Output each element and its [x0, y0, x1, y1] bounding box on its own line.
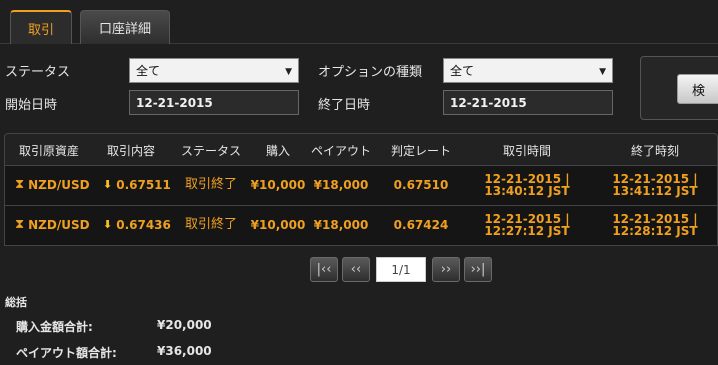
trade-time-clock: 13:40:12 JST — [484, 184, 570, 198]
option-type-select-value: 全て — [450, 64, 475, 78]
tab-account-details[interactable]: 口座詳細 — [80, 10, 170, 44]
header-payout: ペイアウト — [310, 144, 371, 158]
chevron-down-icon: ▼ — [285, 67, 292, 77]
end-time-clock: 12:28:12 JST — [612, 224, 698, 238]
chevron-down-icon: ▼ — [599, 67, 606, 77]
cell-asset: ⧗ NZD/USD — [15, 166, 93, 204]
content-text: 0.67436 — [116, 218, 171, 232]
first-page-button[interactable]: |‹‹ — [310, 257, 338, 282]
header-purchase: 購入 — [265, 144, 290, 158]
cell-status: 取引終了 — [184, 217, 237, 232]
last-page-button[interactable]: ››| — [464, 257, 492, 282]
end-time-clock: 13:41:12 JST — [612, 184, 698, 198]
search-button[interactable]: 検 — [677, 74, 718, 104]
summary-title: 総括 — [5, 296, 27, 309]
payout-total-label: ペイアウト額合計: — [16, 346, 117, 360]
table-row[interactable]: ⧗ NZD/USD ⬇ 0.67511 取引終了 ¥10,000 ¥18,000… — [4, 166, 718, 206]
cell-end-time: 12-21-2015 | 12:28:12 JST — [591, 206, 718, 244]
hourglass-icon: ⧗ — [15, 177, 25, 192]
status-filter-label: ステータス — [5, 65, 71, 80]
cell-purchase: ¥10,000 — [250, 218, 306, 232]
header-rate: 判定レート — [390, 144, 451, 158]
cell-status: 取引終了 — [184, 177, 237, 192]
cell-asset: ⧗ NZD/USD — [15, 206, 93, 244]
cell-payout: ¥18,000 — [313, 178, 369, 192]
down-arrow-icon: ⬇ — [103, 218, 113, 231]
prev-page-button[interactable]: ‹‹ — [342, 257, 370, 282]
cell-content: ⬇ 0.67511 — [103, 166, 173, 204]
cell-payout: ¥18,000 — [313, 218, 369, 232]
option-type-label: オプションの種類 — [318, 65, 423, 80]
end-date-label: 終了日時 — [318, 98, 371, 113]
header-end-time: 終了時刻 — [630, 144, 679, 158]
asset-text: NZD/USD — [28, 178, 90, 192]
content-text: 0.67511 — [116, 178, 171, 192]
cell-trade-time: 12-21-2015 | 12:27:12 JST — [463, 206, 591, 244]
payout-total-value: ¥36,000 — [157, 344, 212, 358]
trades-table: 取引原資産 取引内容 ステータス 購入 ペイアウト 判定レート 取引時間 終了時… — [4, 133, 718, 246]
purchase-total-label: 購入金額合計: — [16, 320, 93, 334]
status-select[interactable]: 全て ▼ — [129, 58, 299, 83]
purchase-total-value: ¥20,000 — [157, 318, 212, 332]
cell-purchase: ¥10,000 — [250, 178, 306, 192]
header-status: ステータス — [180, 144, 241, 158]
table-header: 取引原資産 取引内容 ステータス 購入 ペイアウト 判定レート 取引時間 終了時… — [4, 133, 718, 166]
header-asset: 取引原資産 — [18, 144, 79, 158]
cell-trade-time: 12-21-2015 | 13:40:12 JST — [463, 166, 591, 204]
cell-rate: 0.67510 — [393, 178, 449, 192]
cell-rate: 0.67424 — [393, 218, 449, 232]
option-type-select[interactable]: 全て ▼ — [443, 58, 613, 83]
trade-time-clock: 12:27:12 JST — [484, 224, 570, 238]
header-trade-time: 取引時間 — [502, 144, 551, 158]
next-page-button[interactable]: ›› — [432, 257, 460, 282]
start-date-field[interactable]: 12-21-2015 — [129, 90, 299, 115]
end-date-field[interactable]: 12-21-2015 — [443, 90, 613, 115]
cell-content: ⬇ 0.67436 — [103, 206, 173, 244]
tab-bar: 取引 口座詳細 — [0, 0, 718, 44]
status-select-value: 全て — [136, 64, 161, 78]
hourglass-icon: ⧗ — [15, 217, 25, 232]
table-row[interactable]: ⧗ NZD/USD ⬇ 0.67436 取引終了 ¥10,000 ¥18,000… — [4, 206, 718, 246]
page-number-input[interactable]: 1/1 — [376, 257, 426, 282]
header-content: 取引内容 — [106, 144, 155, 158]
cell-end-time: 12-21-2015 | 13:41:12 JST — [591, 166, 718, 204]
start-date-label: 開始日時 — [5, 98, 58, 113]
asset-text: NZD/USD — [28, 218, 90, 232]
down-arrow-icon: ⬇ — [103, 178, 113, 191]
tab-trades[interactable]: 取引 — [10, 10, 72, 44]
